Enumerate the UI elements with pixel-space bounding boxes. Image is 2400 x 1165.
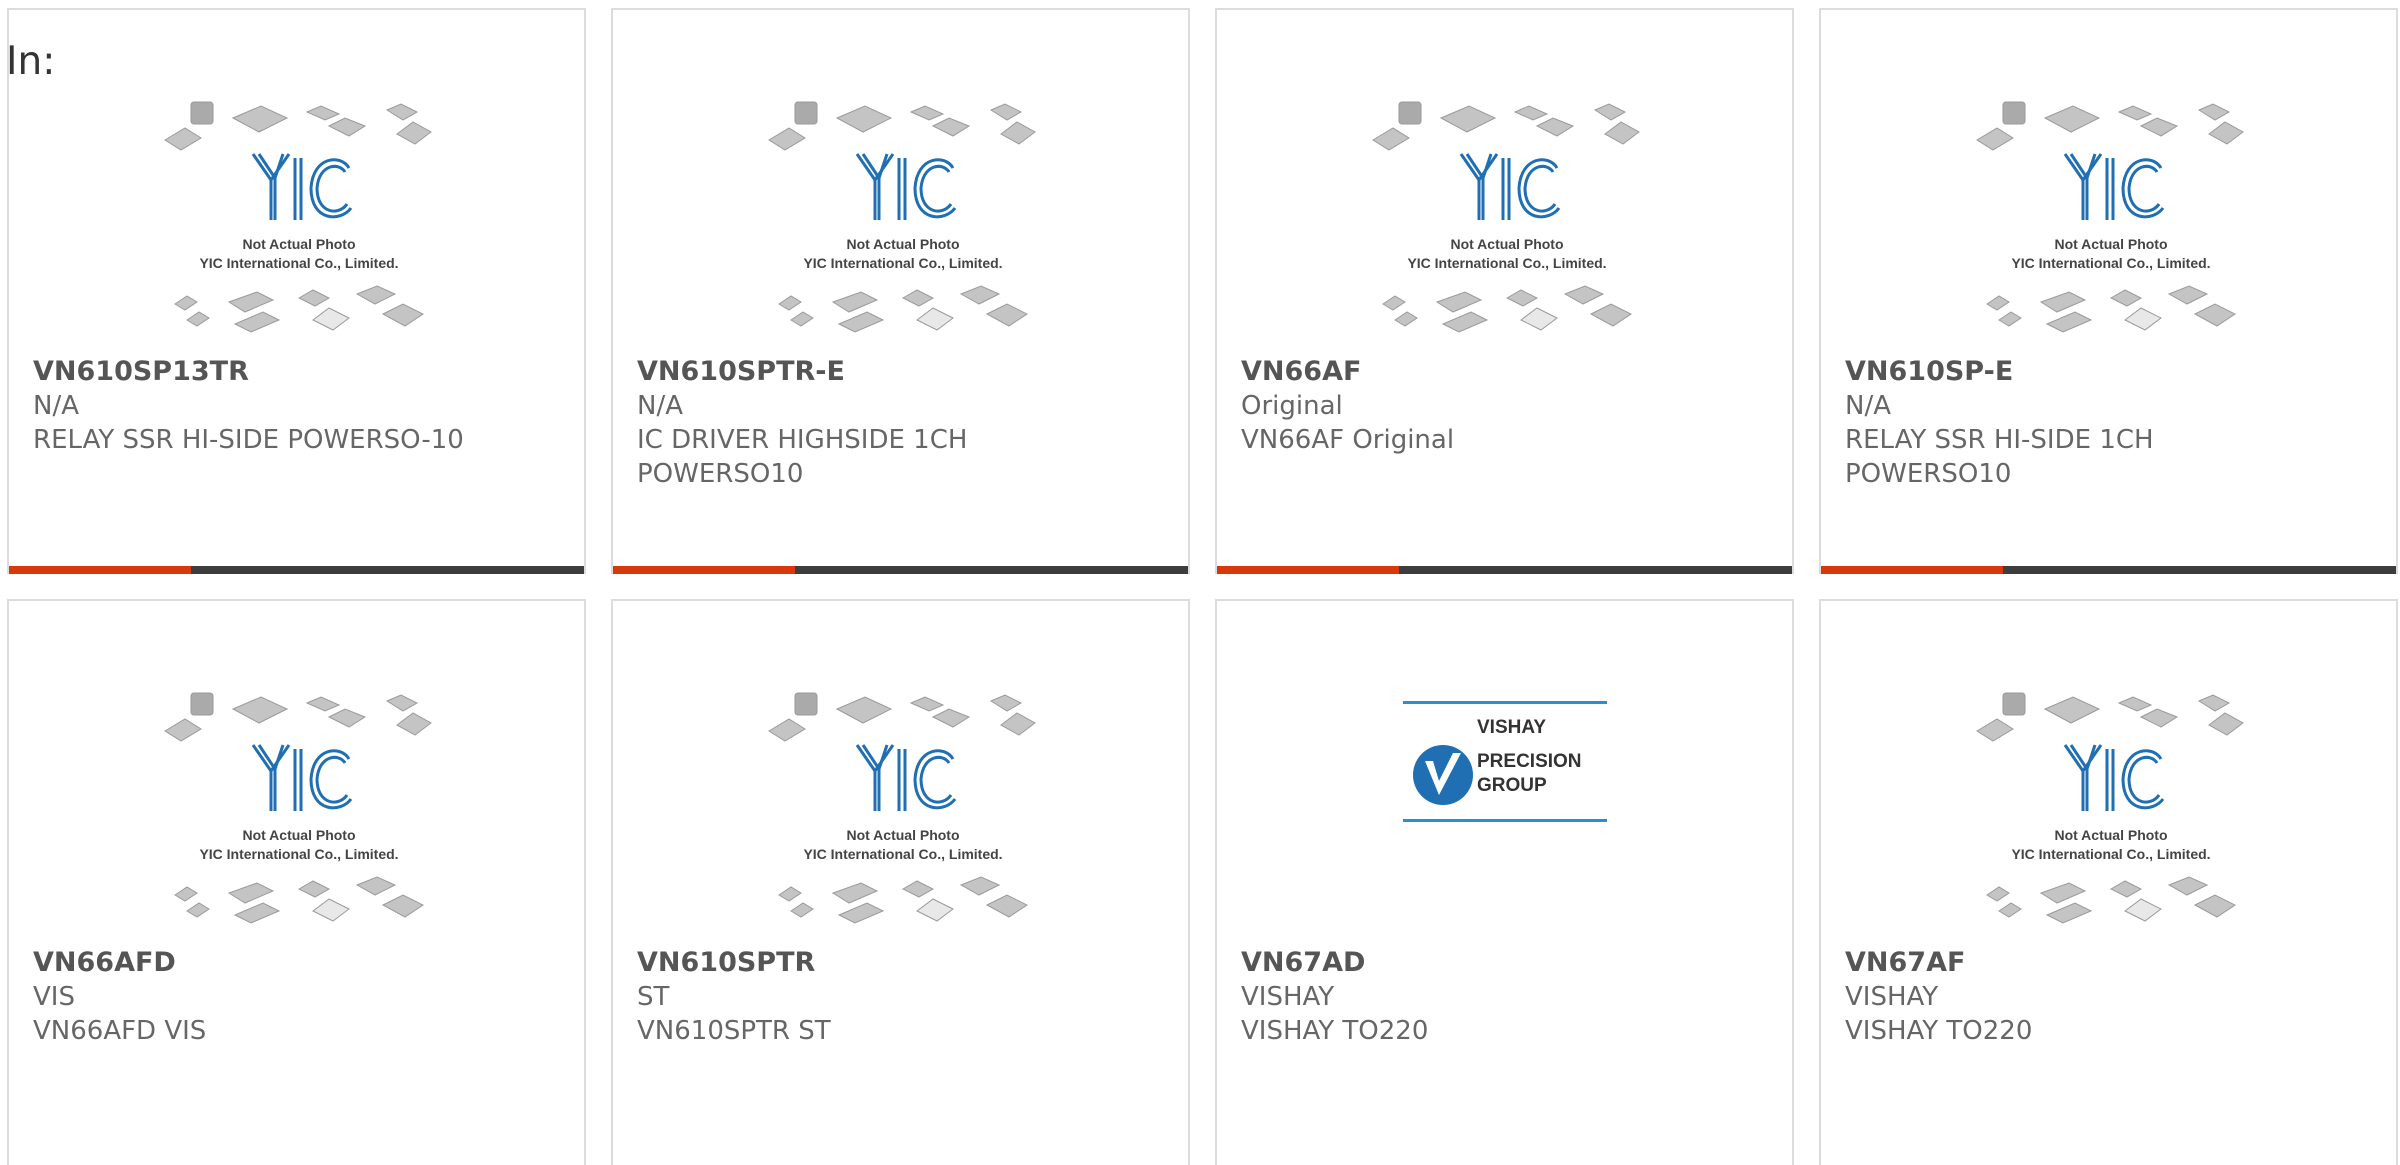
placeholder-line-1: Not Actual Photo [846,236,959,252]
product-part-number[interactable]: VN67AF [1845,946,1965,980]
card-bottom-bar [613,566,1188,574]
product-part-number[interactable]: VN610SPTR [637,946,815,980]
product-placeholder-image: Not Actual Photo YIC International Co., … [1973,98,2249,352]
product-card[interactable]: Not Actual Photo YIC International Co., … [7,8,586,574]
placeholder-line-1: Not Actual Photo [2054,827,2167,843]
product-placeholder-image: Not Actual Photo YIC International Co., … [1973,689,2249,943]
product-manufacturer: ST [637,982,670,1012]
product-card[interactable]: Not Actual Photo YIC International Co., … [1819,8,2398,574]
product-card[interactable]: Not Actual Photo YIC International Co., … [7,599,586,1165]
placeholder-line-2: YIC International Co., Limited. [199,846,398,862]
product-description: VN66AFD VIS [33,1016,207,1046]
page-label: In: [6,39,56,84]
placeholder-line-2: YIC International Co., Limited. [803,255,1002,271]
product-description: RELAY SSR HI-SIDE 1CH POWERSO10 [1845,425,2154,489]
placeholder-line-2: YIC International Co., Limited. [199,255,398,271]
product-part-number[interactable]: VN66AFD [33,946,176,980]
placeholder-line-1: Not Actual Photo [2054,236,2167,252]
product-part-number[interactable]: VN67AD [1241,946,1365,980]
product-manufacturer: VIS [33,982,75,1012]
vishay-precision-group-logo: VISHAY PRECISION GROUP [1403,701,1607,823]
product-part-number[interactable]: VN610SPTR-E [637,355,845,389]
placeholder-line-2: YIC International Co., Limited. [2011,846,2210,862]
placeholder-line-1: Not Actual Photo [1450,236,1563,252]
card-bar-accent [1217,566,1399,574]
product-manufacturer: VISHAY [1845,982,1939,1012]
product-manufacturer: N/A [1845,391,1891,421]
product-description: VN610SPTR ST [637,1016,831,1046]
product-card[interactable]: Not Actual Photo YIC International Co., … [1215,8,1794,574]
placeholder-line-2: YIC International Co., Limited. [2011,255,2210,271]
card-bottom-bar [1821,566,2396,574]
product-placeholder-image: Not Actual Photo YIC International Co., … [765,689,1041,943]
product-part-number[interactable]: VN610SP-E [1845,355,2013,389]
product-description: VISHAY TO220 [1845,1016,2033,1046]
placeholder-line-1: Not Actual Photo [242,236,355,252]
product-grid: Not Actual Photo YIC International Co., … [7,8,2400,1165]
product-placeholder-image: Not Actual Photo YIC International Co., … [1369,98,1645,352]
placeholder-line-2: YIC International Co., Limited. [1407,255,1606,271]
product-placeholder-image: Not Actual Photo YIC International Co., … [765,98,1041,352]
card-bottom-bar [9,566,584,574]
card-bar-accent [613,566,795,574]
product-card[interactable]: Not Actual Photo YIC International Co., … [611,8,1190,574]
product-manufacturer: VISHAY [1241,982,1335,1012]
card-bottom-bar [1217,566,1792,574]
product-part-number[interactable]: VN610SP13TR [33,355,249,389]
product-description: VISHAY TO220 [1241,1016,1429,1046]
card-bar-accent [9,566,191,574]
vishay-line-3: GROUP [1477,775,1547,796]
product-manufacturer: N/A [637,391,683,421]
product-part-number[interactable]: VN66AF [1241,355,1361,389]
product-description: IC DRIVER HIGHSIDE 1CH POWERSO10 [637,425,968,489]
product-card[interactable]: Not Actual Photo YIC International Co., … [1819,599,2398,1165]
vishay-line-1: VISHAY [1477,717,1546,738]
vishay-line-2: PRECISION [1477,751,1582,772]
placeholder-line-1: Not Actual Photo [242,827,355,843]
card-bar-accent [1821,566,2003,574]
product-description: VN66AF Original [1241,425,1455,455]
product-manufacturer: N/A [33,391,79,421]
placeholder-line-1: Not Actual Photo [846,827,959,843]
product-description: RELAY SSR HI-SIDE POWERSO-10 [33,425,464,455]
product-manufacturer: Original [1241,391,1343,421]
product-placeholder-image: Not Actual Photo YIC International Co., … [161,689,437,943]
product-card[interactable]: Not Actual Photo YIC International Co., … [611,599,1190,1165]
product-placeholder-image: Not Actual Photo YIC International Co., … [161,98,437,352]
product-card[interactable]: VISHAY PRECISION GROUP VN67AD VISHAY VIS… [1215,599,1794,1165]
placeholder-line-2: YIC International Co., Limited. [803,846,1002,862]
